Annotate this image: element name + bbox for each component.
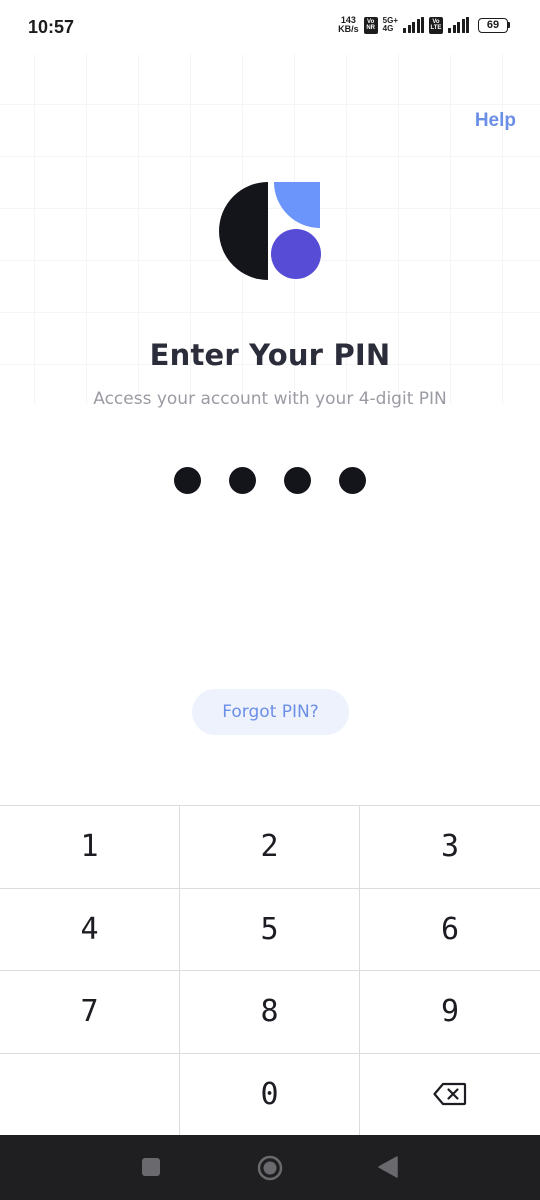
forgot-pin-button[interactable]: Forgot PIN? [192, 689, 349, 735]
sim1-sub-label: 4G [382, 24, 394, 33]
signal-strength-icon-2 [448, 17, 469, 33]
key-1[interactable]: 1 [0, 806, 180, 889]
pin-indicator [0, 467, 540, 494]
system-nav-bar [0, 1135, 540, 1200]
network-speed-unit: KB/s [338, 24, 359, 34]
key-9[interactable]: 9 [360, 971, 540, 1054]
vonr-bottom: NR [366, 25, 375, 31]
back-icon[interactable] [378, 1156, 398, 1178]
vonr-icon: Vo NR [363, 16, 378, 34]
key-6[interactable]: 6 [360, 888, 540, 971]
logo-dark-half-circle [219, 182, 268, 280]
page-title: Enter Your PIN [149, 338, 391, 372]
pin-dot-2 [229, 467, 256, 494]
logo-purple-circle [271, 229, 321, 279]
help-link[interactable]: Help [475, 110, 516, 132]
volte-icon: Vo LTE [429, 16, 443, 34]
logo-blue-quarter [274, 182, 320, 228]
status-time: 10:57 [28, 17, 75, 37]
sim1-network-type: 5G+ 4G [383, 17, 398, 33]
volte-bottom: LTE [430, 25, 442, 31]
numeric-keypad: 1 2 3 4 5 6 7 8 9 0 [0, 805, 540, 1136]
pin-dot-4 [339, 467, 366, 494]
key-4[interactable]: 4 [0, 888, 180, 971]
network-speed: 143 KB/s [338, 16, 359, 34]
backspace-key[interactable] [360, 1053, 540, 1136]
key-2[interactable]: 2 [180, 806, 360, 889]
battery-icon: 69 [478, 17, 510, 33]
signal-strength-icon [403, 17, 424, 33]
status-icons: 143 KB/s Vo NR 5G+ 4G Vo LTE 69 [338, 16, 510, 34]
recent-apps-icon[interactable] [142, 1158, 160, 1176]
app-logo [219, 182, 321, 280]
home-icon[interactable] [257, 1155, 283, 1181]
key-blank [0, 1053, 180, 1136]
pin-dot-3 [284, 467, 311, 494]
key-0[interactable]: 0 [180, 1053, 360, 1136]
status-bar: 10:57 143 KB/s Vo NR 5G+ 4G Vo LTE 69 [0, 0, 540, 54]
battery-level: 69 [478, 17, 508, 33]
key-7[interactable]: 7 [0, 971, 180, 1054]
backspace-icon [433, 1083, 467, 1106]
key-5[interactable]: 5 [180, 888, 360, 971]
key-8[interactable]: 8 [180, 971, 360, 1054]
key-3[interactable]: 3 [360, 806, 540, 889]
page-subtitle: Access your account with your 4-digit PI… [93, 389, 447, 409]
pin-dot-1 [174, 467, 201, 494]
